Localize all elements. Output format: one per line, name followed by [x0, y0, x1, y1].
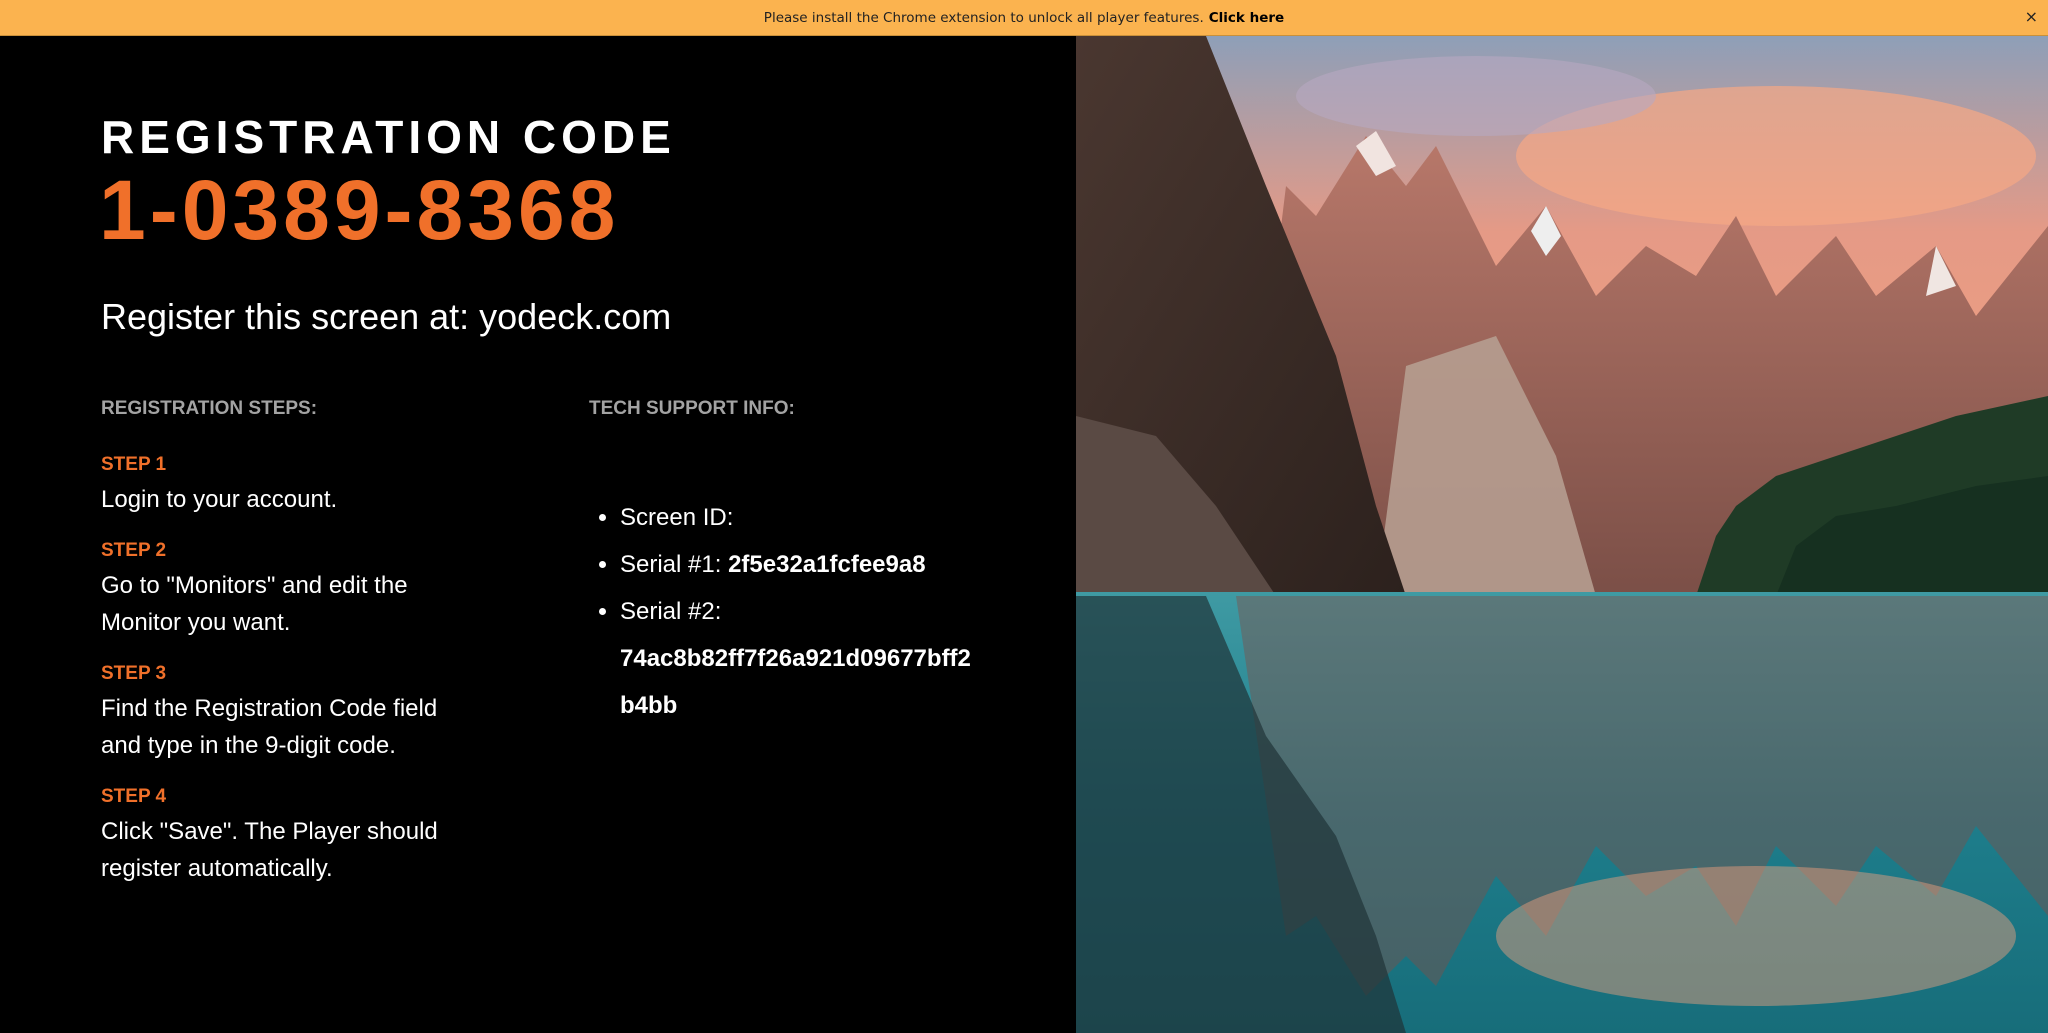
step-item: STEP 2 Go to "Monitors" and edit the Mon…	[101, 539, 481, 641]
steps-heading: REGISTRATION STEPS:	[101, 398, 318, 419]
support-heading: TECH SUPPORT INFO:	[589, 398, 795, 419]
serial1-item: Serial #1: 2f5e32a1fcfee9a8	[620, 541, 980, 588]
step-label: STEP 2	[101, 540, 167, 561]
step-label: STEP 1	[101, 454, 167, 475]
serial2-label: Serial #2:	[620, 598, 722, 625]
banner-message: Please install the Chrome extension to u…	[763, 9, 1204, 26]
step-text: Login to your account.	[101, 486, 338, 513]
step-text: Click "Save". The Player should register…	[101, 818, 438, 882]
serial2-item: Serial #2: 74ac8b82ff7f26a921d09677bff2b…	[620, 588, 980, 729]
step-label: STEP 4	[101, 786, 167, 807]
serial2-value: 74ac8b82ff7f26a921d09677bff2b4bb	[620, 645, 971, 719]
close-icon[interactable]: ×	[2025, 7, 2038, 26]
extension-banner: Please install the Chrome extension to u…	[0, 0, 2048, 36]
step-label: STEP 3	[101, 663, 167, 684]
registration-panel: REGISTRATION CODE 1-0389-8368 Register t…	[0, 36, 1076, 1033]
mountain-lake-illustration	[1076, 36, 2048, 1033]
steps-list: STEP 1 Login to your account. STEP 2 Go …	[101, 453, 481, 908]
screen-id-label: Screen ID:	[620, 504, 734, 531]
step-text: Find the Registration Code field and typ…	[101, 695, 438, 759]
screen-id-item: Screen ID:	[620, 494, 980, 541]
landscape-image	[1076, 36, 2048, 1033]
banner-click-here-link[interactable]: Click here	[1209, 10, 1284, 26]
serial1-label: Serial #1:	[620, 551, 722, 578]
page-title: REGISTRATION CODE	[101, 111, 676, 163]
registration-code: 1-0389-8368	[99, 163, 620, 257]
step-item: STEP 4 Click "Save". The Player should r…	[101, 785, 481, 887]
step-item: STEP 1 Login to your account.	[101, 453, 481, 518]
serial1-value: 2f5e32a1fcfee9a8	[728, 551, 926, 578]
step-item: STEP 3 Find the Registration Code field …	[101, 662, 481, 764]
step-text: Go to "Monitors" and edit the Monitor yo…	[101, 572, 408, 636]
register-instruction: Register this screen at: yodeck.com	[101, 296, 672, 337]
support-info-list: Screen ID: Serial #1: 2f5e32a1fcfee9a8 S…	[587, 494, 980, 729]
